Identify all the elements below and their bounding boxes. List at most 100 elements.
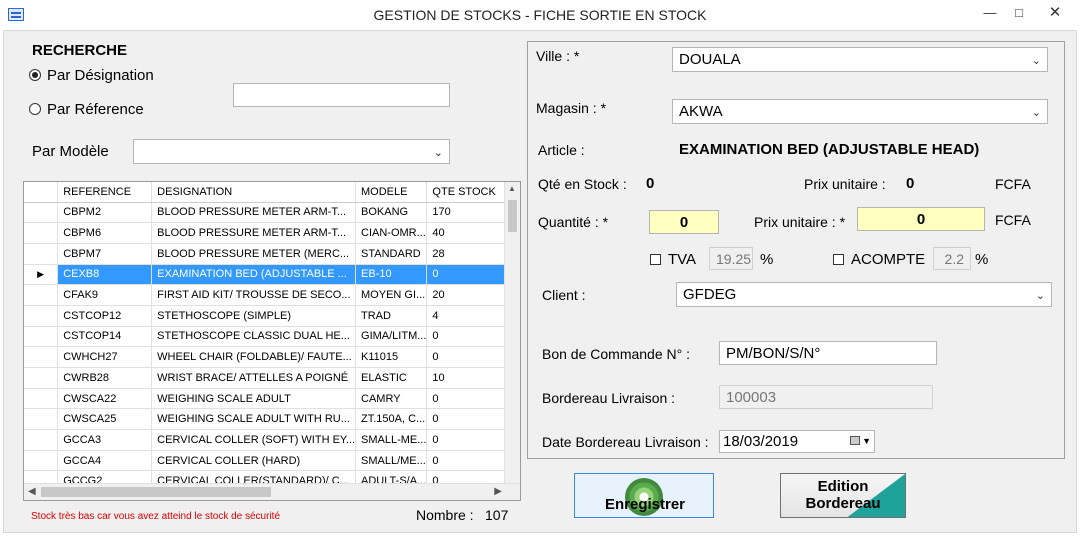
cell-reference[interactable]: CSTCOP14 bbox=[57, 326, 153, 348]
cell-designation[interactable]: CERVICAL COLLER (HARD) bbox=[151, 450, 357, 472]
bordereau-input[interactable]: 100003 bbox=[719, 385, 933, 409]
scrollbar-thumb[interactable] bbox=[508, 200, 517, 232]
row-header[interactable] bbox=[24, 346, 59, 368]
cell-designation[interactable]: EXAMINATION BED (ADJUSTABLE ... bbox=[151, 264, 357, 286]
row-header[interactable] bbox=[24, 367, 59, 389]
cell-modele[interactable]: K11015 bbox=[355, 346, 428, 368]
cell-modele[interactable]: STANDARD bbox=[355, 243, 428, 265]
table-row[interactable]: GCCA3 CERVICAL COLLER (SOFT) WITH EY... SM… bbox=[24, 429, 520, 451]
radio-reference-label[interactable]: Par Réference bbox=[47, 101, 144, 118]
cell-designation[interactable]: BLOOD PRESSURE METER ARM-T... bbox=[151, 222, 357, 244]
acompte-label[interactable]: ACOMPTE bbox=[851, 251, 925, 268]
cell-modele[interactable]: ELASTIC bbox=[355, 367, 428, 389]
table-row[interactable]: CSTCOP14 STETHOSCOPE CLASSIC DUAL HE... GI… bbox=[24, 326, 520, 348]
table-row[interactable]: CBPM6 BLOOD PRESSURE METER ARM-T... CIAN-O… bbox=[24, 222, 520, 244]
cell-modele[interactable]: EB-10 bbox=[355, 264, 428, 286]
cell-modele[interactable]: TRAD bbox=[355, 305, 428, 327]
cell-reference[interactable]: CSTCOP12 bbox=[57, 305, 153, 327]
cell-modele[interactable]: CIAN-OMR... bbox=[355, 222, 428, 244]
table-row[interactable]: CBPM7 BLOOD PRESSURE METER (MERC... STANDA… bbox=[24, 243, 520, 265]
magasin-select[interactable]: AKWA ⌄ bbox=[672, 99, 1048, 124]
row-header[interactable] bbox=[24, 305, 59, 327]
row-header[interactable] bbox=[24, 202, 59, 224]
bon-commande-input[interactable]: PM/BON/S/N° bbox=[719, 341, 937, 365]
row-header[interactable] bbox=[24, 429, 59, 451]
cell-reference[interactable]: CWSCA22 bbox=[57, 388, 153, 410]
date-dropdown-icon[interactable]: ▼ bbox=[862, 433, 871, 450]
cell-reference[interactable]: CWRB28 bbox=[57, 367, 153, 389]
minimize-button[interactable]: — bbox=[975, 3, 1005, 23]
cell-designation[interactable]: FIRST AID KIT/ TROUSSE DE SECO... bbox=[151, 284, 357, 306]
column-header-modele[interactable]: MODELE bbox=[355, 182, 428, 203]
scroll-up-icon[interactable]: ▲ bbox=[508, 184, 516, 193]
cell-designation[interactable]: STETHOSCOPE CLASSIC DUAL HE... bbox=[151, 326, 357, 348]
table-row[interactable]: CFAK9 FIRST AID KIT/ TROUSSE DE SECO... MO… bbox=[24, 284, 520, 306]
row-header[interactable] bbox=[24, 388, 59, 410]
table-row[interactable]: GCCA4 CERVICAL COLLER (HARD) SMALL/ME... 0 bbox=[24, 450, 520, 472]
cell-reference[interactable]: CBPM7 bbox=[57, 243, 153, 265]
row-header[interactable] bbox=[24, 326, 59, 348]
radio-designation[interactable] bbox=[29, 69, 41, 81]
tva-checkbox[interactable] bbox=[650, 254, 661, 265]
table-row[interactable]: CWRB28 WRIST BRACE/ ATTELLES A POIGNÉ ELAS… bbox=[24, 367, 520, 389]
cell-modele[interactable]: ZT.150A, C... bbox=[355, 408, 428, 431]
row-header[interactable] bbox=[24, 450, 59, 472]
acompte-checkbox[interactable] bbox=[833, 254, 844, 265]
quantite-input[interactable]: 0 bbox=[649, 210, 719, 234]
table-row[interactable]: CSTCOP12 STETHOSCOPE (SIMPLE) TRAD 4 bbox=[24, 305, 520, 327]
stock-grid[interactable]: REFERENCE DESIGNATION MODELE QTE STOCK C… bbox=[23, 181, 521, 501]
modele-select[interactable]: ⌄ bbox=[133, 139, 450, 164]
scroll-left-icon[interactable]: ◀ bbox=[28, 486, 36, 497]
cell-reference[interactable]: CBPM2 bbox=[57, 202, 153, 224]
hscrollbar-thumb[interactable] bbox=[41, 487, 271, 497]
cell-designation[interactable]: BLOOD PRESSURE METER ARM-T... bbox=[151, 202, 357, 224]
row-header[interactable] bbox=[24, 284, 59, 306]
table-row[interactable]: ▶ CEXB8 EXAMINATION BED (ADJUSTABLE ... EB-… bbox=[24, 264, 520, 286]
row-header[interactable] bbox=[24, 222, 59, 244]
cell-designation[interactable]: WEIGHING SCALE ADULT bbox=[151, 388, 357, 410]
ville-select[interactable]: DOUALA ⌄ bbox=[672, 47, 1048, 72]
cell-modele[interactable]: BOKANG bbox=[355, 202, 428, 224]
edition-bordereau-button[interactable]: Edition Bordereau bbox=[780, 473, 906, 518]
cell-designation[interactable]: BLOOD PRESSURE METER (MERC... bbox=[151, 243, 357, 265]
scroll-right-icon[interactable]: ▶ bbox=[494, 486, 502, 497]
row-header[interactable] bbox=[24, 408, 59, 431]
radio-reference[interactable] bbox=[29, 103, 41, 115]
enregistrer-button[interactable]: Enregistrer bbox=[574, 473, 714, 518]
cell-reference[interactable]: GCCA3 bbox=[57, 429, 153, 451]
table-row[interactable]: CWSCA25 WEIGHING SCALE ADULT WITH RU... ZT… bbox=[24, 408, 520, 431]
radio-designation-label[interactable]: Par Désignation bbox=[47, 67, 154, 84]
cell-designation[interactable]: WEIGHING SCALE ADULT WITH RU... bbox=[151, 408, 357, 431]
cell-modele[interactable]: SMALL-ME... bbox=[355, 429, 428, 451]
cell-designation[interactable]: STETHOSCOPE (SIMPLE) bbox=[151, 305, 357, 327]
row-header[interactable] bbox=[24, 243, 59, 265]
cell-designation[interactable]: CERVICAL COLLER (SOFT) WITH EY... bbox=[151, 429, 357, 451]
search-input[interactable] bbox=[233, 83, 450, 107]
tva-input[interactable]: 19.25 bbox=[709, 247, 753, 270]
vertical-scrollbar[interactable]: ▲ bbox=[504, 182, 520, 484]
cell-reference[interactable]: CWSCA25 bbox=[57, 408, 153, 431]
cell-modele[interactable]: CAMRY bbox=[355, 388, 428, 410]
horizontal-scrollbar[interactable]: ◀ ▶ bbox=[24, 483, 520, 500]
tva-label[interactable]: TVA bbox=[668, 251, 696, 268]
cell-designation[interactable]: WHEEL CHAIR (FOLDABLE)/ FAUTE... bbox=[151, 346, 357, 368]
calendar-icon[interactable] bbox=[850, 436, 860, 445]
client-select[interactable]: GFDEG ⌄ bbox=[676, 282, 1052, 307]
column-header-designation[interactable]: DESIGNATION bbox=[151, 182, 357, 203]
cell-modele[interactable]: SMALL/ME... bbox=[355, 450, 428, 472]
date-bordereau-picker[interactable]: 18/03/2019 ▼ bbox=[719, 430, 875, 453]
prix-unitaire-input[interactable]: 0 bbox=[857, 207, 985, 231]
maximize-button[interactable]: □ bbox=[1004, 3, 1034, 23]
column-header-reference[interactable]: REFERENCE bbox=[57, 182, 153, 203]
table-row[interactable]: CWSCA22 WEIGHING SCALE ADULT CAMRY 0 bbox=[24, 388, 520, 410]
table-row[interactable]: CWHCH27 WHEEL CHAIR (FOLDABLE)/ FAUTE... K… bbox=[24, 346, 520, 368]
cell-reference[interactable]: GCCA4 bbox=[57, 450, 153, 472]
cell-modele[interactable]: GIMA/LITM... bbox=[355, 326, 428, 348]
cell-modele[interactable]: MOYEN GI... bbox=[355, 284, 428, 306]
close-button[interactable]: ✕ bbox=[1040, 3, 1070, 23]
cell-reference[interactable]: CWHCH27 bbox=[57, 346, 153, 368]
acompte-input[interactable]: 2.2 bbox=[933, 247, 971, 270]
table-row[interactable]: CBPM2 BLOOD PRESSURE METER ARM-T... BOKANG… bbox=[24, 202, 520, 224]
cell-designation[interactable]: WRIST BRACE/ ATTELLES A POIGNÉ bbox=[151, 367, 357, 389]
row-header[interactable]: ▶ bbox=[24, 264, 59, 286]
